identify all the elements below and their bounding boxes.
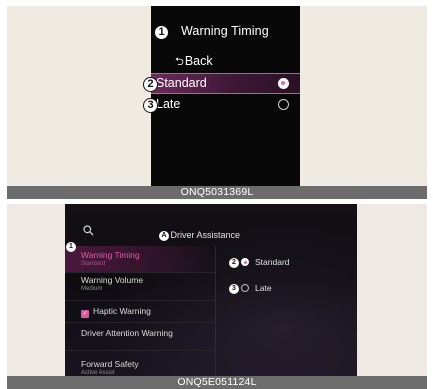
screen-title: Driver Assistance <box>163 230 241 240</box>
callout-3: 3 <box>143 98 158 113</box>
callout-1: 1 <box>66 242 76 252</box>
back-label: Back <box>184 54 213 68</box>
menu-item-value: Medium <box>81 286 103 292</box>
menu-item-warning-volume[interactable]: Warning Volume Medium <box>81 275 143 292</box>
option-late-radio[interactable] <box>241 284 249 292</box>
callout-3: 3 <box>229 284 239 294</box>
option-standard-label[interactable]: Standard <box>255 257 290 267</box>
callout-a: A <box>159 231 169 241</box>
pane-divider <box>215 246 216 378</box>
search-icon[interactable] <box>83 225 94 239</box>
screen-title-text: Driver Assistance <box>170 230 241 240</box>
checkbox-checked-icon[interactable]: ✓ <box>81 310 89 318</box>
screen-title: Warning Timing <box>181 24 269 38</box>
back-arrow-icon: ⮌ <box>175 56 184 68</box>
menu-item-label: Forward Safety <box>81 359 139 369</box>
driver-assistance-screen: A Driver Assistance Warning Timing Stand… <box>65 204 357 378</box>
callout-2: 2 <box>229 258 239 268</box>
option-late-radio[interactable] <box>278 99 289 110</box>
menu-item-driver-attention-warning[interactable]: Driver Attention Warning <box>81 328 173 338</box>
image-code-caption: ONQ5031369L <box>7 186 427 199</box>
search-icon-glyph <box>83 225 94 236</box>
image-code-caption: ONQ5E051124L <box>7 376 427 389</box>
option-standard-label[interactable]: Standard <box>156 76 207 90</box>
warning-timing-screen: Warning Timing ⮌Back Standard Late <box>151 6 300 189</box>
menu-item-warning-timing[interactable]: Warning Timing Standard <box>81 250 140 267</box>
top-figure-panel: Warning Timing ⮌Back Standard Late 1 2 3… <box>7 6 427 199</box>
menu-divider <box>65 272 215 273</box>
callout-1: 1 <box>154 25 169 40</box>
callout-2: 2 <box>143 77 158 92</box>
menu-item-haptic-warning[interactable]: ✓ Haptic Warning <box>81 306 151 318</box>
menu-divider <box>65 350 215 351</box>
bottom-figure-panel: A Driver Assistance Warning Timing Stand… <box>7 204 427 389</box>
menu-divider <box>65 300 215 301</box>
menu-item-label: Warning Volume <box>81 275 144 285</box>
option-standard-radio[interactable] <box>278 78 289 89</box>
menu-item-label: Driver Attention Warning <box>81 328 173 338</box>
menu-item-label: Haptic Warning <box>93 306 151 316</box>
menu-item-forward-safety[interactable]: Forward Safety Active Assist <box>81 359 139 376</box>
menu-divider <box>65 322 215 323</box>
menu-item-value: Standard <box>81 261 106 267</box>
back-button[interactable]: ⮌Back <box>175 53 213 72</box>
option-standard-radio[interactable] <box>241 258 249 266</box>
menu-item-label: Warning Timing <box>81 250 140 260</box>
option-late-label[interactable]: Late <box>255 283 272 293</box>
option-late-label[interactable]: Late <box>156 97 180 111</box>
